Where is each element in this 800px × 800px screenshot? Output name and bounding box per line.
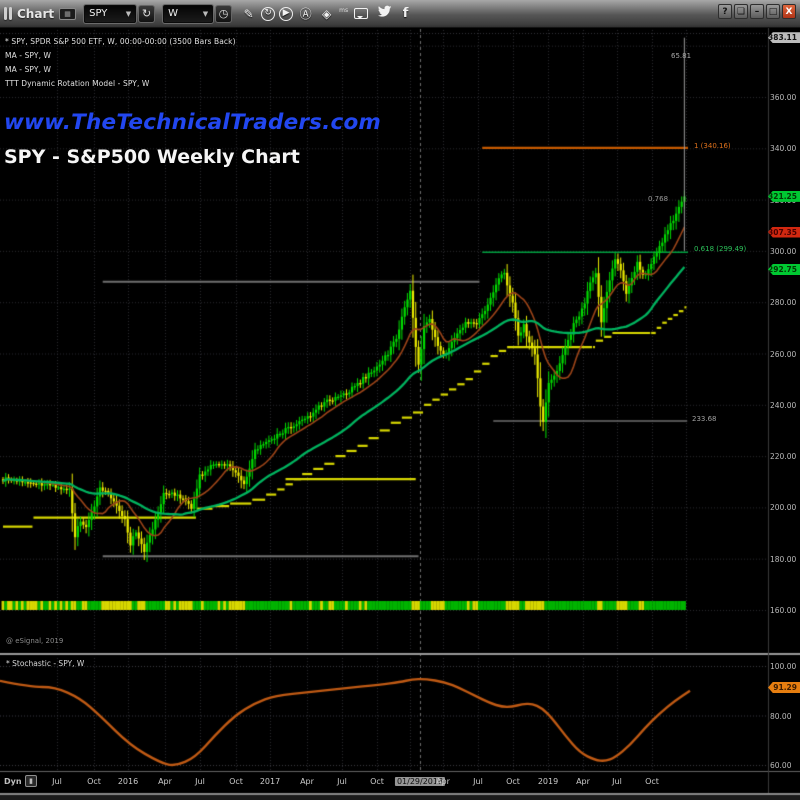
measure-value-label: 65.81 bbox=[671, 52, 691, 60]
price-axis-tick: 200.00 bbox=[770, 503, 796, 512]
stochastic-series-label: * Stochastic - SPY, W bbox=[6, 659, 84, 668]
x-axis-tick: Apr bbox=[576, 777, 590, 786]
symbol-search-button[interactable]: ↻ bbox=[138, 5, 155, 23]
symbol-combobox[interactable]: SPY ▼ bbox=[84, 5, 136, 23]
price-axis-tick: 220.00 bbox=[770, 452, 796, 461]
x-axis-tick: Jul bbox=[52, 777, 62, 786]
esignal-copyright: @ eSignal, 2019 bbox=[6, 637, 63, 645]
price-badge-307-35: 307.35 bbox=[768, 227, 800, 238]
refresh-loop-icon[interactable]: ↻ bbox=[261, 7, 275, 21]
pencil-draw-icon[interactable]: ✎ bbox=[240, 5, 257, 23]
stoch-axis-tick: 60.00 bbox=[770, 761, 791, 770]
price-axis-tick: 260.00 bbox=[770, 350, 796, 359]
x-axis-tick: 2016 bbox=[118, 777, 138, 786]
price-badge-383-11: 383.11 bbox=[768, 32, 800, 43]
x-axis-tick: Oct bbox=[645, 777, 659, 786]
x-axis-tick: Oct bbox=[229, 777, 243, 786]
auto-a-icon[interactable]: Ⓐ bbox=[297, 5, 314, 23]
price-axis-tick: 240.00 bbox=[770, 401, 796, 410]
x-axis-tick: Jul bbox=[612, 777, 622, 786]
chevron-down-icon: ▼ bbox=[203, 10, 208, 18]
price-badge-91-29: 91.29 bbox=[768, 682, 800, 693]
interval-combobox[interactable]: W ▼ bbox=[163, 5, 213, 23]
title-bar: Chart ▦ SPY ▼ ↻ W ▼ ◷ ✎ ↻ ▶ Ⓐ ◈ ms f ? ❏… bbox=[0, 0, 800, 28]
maximize-button[interactable]: □ bbox=[766, 4, 780, 19]
price-axis-tick: 160.00 bbox=[770, 606, 796, 615]
price-badge-321-25: 321.25 bbox=[768, 191, 800, 202]
ms-label: ms bbox=[339, 7, 348, 14]
x-axis-tick: Apr bbox=[436, 777, 450, 786]
grid-badge-icon[interactable]: ▦ bbox=[59, 8, 76, 20]
x-axis-tick: Apr bbox=[158, 777, 172, 786]
diamond-icon[interactable]: ◈ bbox=[318, 5, 335, 23]
minimize-button[interactable]: – bbox=[750, 4, 764, 19]
x-axis-tick: Oct bbox=[506, 777, 520, 786]
restore-button[interactable]: ❏ bbox=[734, 4, 748, 19]
x-axis-tick: 2019 bbox=[538, 777, 558, 786]
chart-window-title: Chart bbox=[17, 7, 54, 21]
series-info-ma1: MA - SPY, W bbox=[5, 51, 51, 60]
close-button[interactable]: X bbox=[782, 4, 796, 19]
x-axis-tick: Oct bbox=[370, 777, 384, 786]
stoch-axis-tick: 100.00 bbox=[770, 662, 796, 671]
fib-0618-label: 0.618 (299.49) bbox=[694, 245, 746, 253]
watermark-url: www.TheTechnicalTraders.com bbox=[4, 110, 381, 135]
interval-clock-button[interactable]: ◷ bbox=[215, 5, 232, 23]
price-axis-tick: 180.00 bbox=[770, 555, 796, 564]
price-axis-tick: 280.00 bbox=[770, 298, 796, 307]
chart-headline: SPY - S&P500 Weekly Chart bbox=[4, 146, 300, 168]
price-axis-tick: 300.00 bbox=[770, 247, 796, 256]
window-grip-icon bbox=[4, 7, 12, 20]
dyn-toggle-icon[interactable]: ▮ bbox=[25, 775, 37, 787]
fib-0768-label: 0.768 bbox=[648, 195, 668, 203]
chart-application-window: Chart ▦ SPY ▼ ↻ W ▼ ◷ ✎ ↻ ▶ Ⓐ ◈ ms f ? ❏… bbox=[0, 0, 800, 800]
help-button[interactable]: ? bbox=[718, 4, 732, 19]
support-233-label: 233.68 bbox=[692, 415, 717, 423]
twitter-icon[interactable] bbox=[376, 5, 393, 23]
x-axis-tick: Apr bbox=[300, 777, 314, 786]
series-info-ma2: MA - SPY, W bbox=[5, 65, 51, 74]
stoch-axis-tick: 80.00 bbox=[770, 712, 791, 721]
x-axis-tick: Jul bbox=[473, 777, 483, 786]
series-info-ttt: TTT Dynamic Rotation Model - SPY, W bbox=[5, 79, 149, 88]
x-axis-tick: Oct bbox=[87, 777, 101, 786]
x-axis-tick: 2017 bbox=[260, 777, 280, 786]
x-axis-tick: Jul bbox=[195, 777, 205, 786]
dyn-button[interactable]: Dyn bbox=[4, 777, 22, 786]
symbol-value: SPY bbox=[89, 8, 120, 19]
facebook-icon[interactable]: f bbox=[397, 5, 414, 23]
price-badge-292-75: 292.75 bbox=[768, 264, 800, 275]
x-axis-tick: Jul bbox=[337, 777, 347, 786]
play-icon[interactable]: ▶ bbox=[279, 7, 293, 21]
chevron-down-icon: ▼ bbox=[126, 10, 131, 18]
fib-1-label: 1 (340.16) bbox=[694, 142, 731, 150]
speech-bubble-icon[interactable] bbox=[354, 8, 368, 19]
price-axis-tick: 360.00 bbox=[770, 93, 796, 102]
series-info-symbol: * SPY, SPDR S&P 500 ETF, W, 00:00-00:00 … bbox=[5, 37, 236, 46]
price-axis-tick: 340.00 bbox=[770, 144, 796, 153]
interval-value: W bbox=[168, 8, 197, 19]
